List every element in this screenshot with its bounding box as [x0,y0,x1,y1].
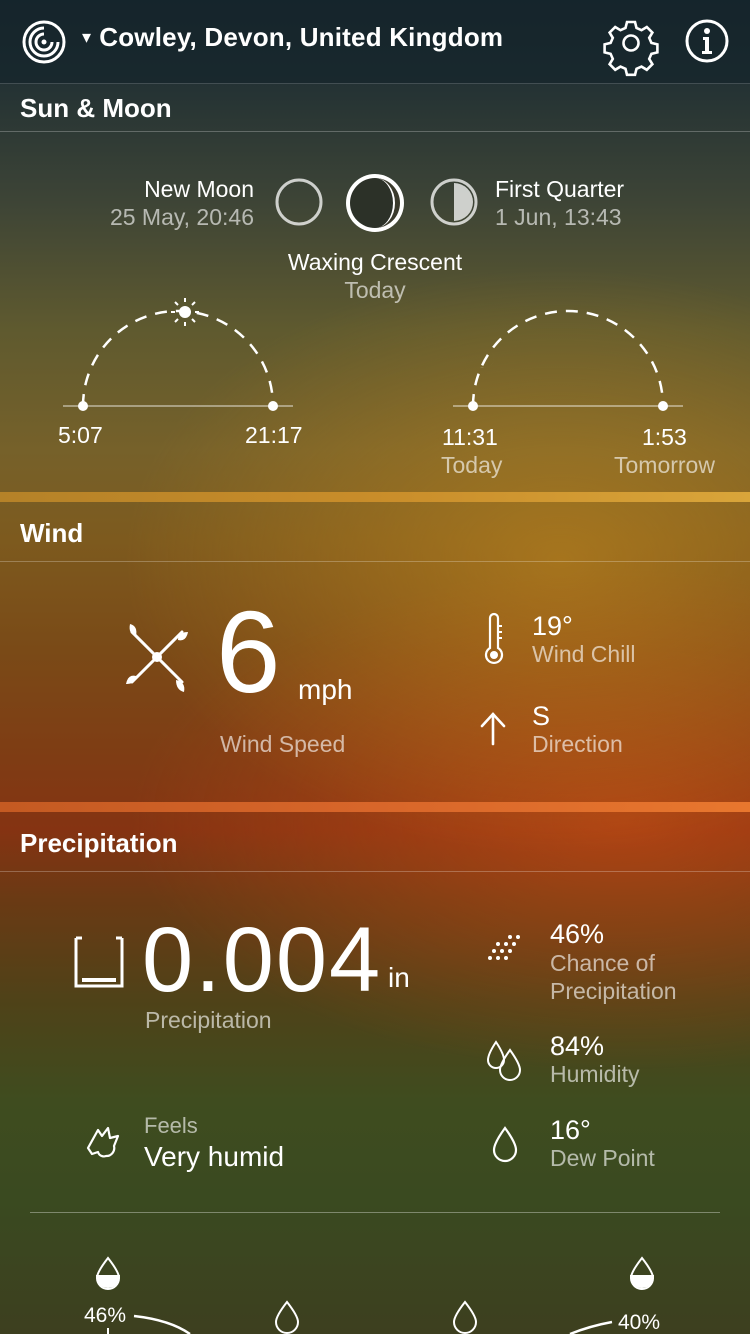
humidity-label: Humidity [550,1061,640,1087]
precip-amount-label: Precipitation [145,1007,272,1033]
sunset-time: 21:17 [245,422,303,448]
rain-gauge-icon [74,936,124,988]
first-quarter-icon [430,178,478,226]
feels-value: Very humid [144,1141,285,1172]
section-title-precipitation: Precipitation [0,820,750,872]
chance-label-line1: Chance of [550,950,655,976]
top-bar: ▾ Cowley, Devon, United Kingdom [0,0,750,84]
info-icon[interactable] [684,18,730,64]
wind-chill-value: 19° [532,611,573,641]
next-phase-name: First Quarter [495,176,625,202]
wind-turbine-icon [126,624,188,692]
moonrise-time: 11:31 [442,424,498,450]
wind-color-band [0,492,750,502]
prev-phase-name: New Moon [144,176,254,202]
moonset-time: 1:53 [642,424,687,450]
sun-icon [171,298,199,326]
divider [30,1212,720,1213]
section-title-sun-moon: Sun & Moon [0,84,750,132]
location-name: Cowley, Devon, United Kingdom [99,22,504,52]
prev-phase-date: 25 May, 20:46 [109,204,254,230]
sun-arc-chart [63,298,293,411]
humidity-drops-icon [486,1040,522,1081]
next-phase-date: 1 Jun, 13:43 [495,204,622,230]
wind-direction-value: S [532,701,551,731]
chevron-down-icon: ▾ [82,27,92,47]
app-logo-icon[interactable] [20,18,68,66]
sunrise-time: 5:07 [58,422,103,448]
dew-point-value: 16° [550,1115,591,1145]
chance-label-line2: Precipitation [550,978,677,1004]
precip-amount-value: 0.004 [142,909,383,1011]
thermometer-icon [484,612,504,665]
gear-icon[interactable] [603,18,659,77]
wind-chill-label: Wind Chill [532,641,636,667]
precip-color-band [0,802,750,812]
section-title-wind: Wind [0,510,750,562]
precip-amount-unit: in [388,962,410,993]
wind-speed-value: 6 [216,587,281,717]
arrow-up-icon [480,712,506,746]
feels-label: Feels [144,1113,198,1138]
moon-arc-chart [453,309,683,411]
location-selector[interactable]: ▾ Cowley, Devon, United Kingdom [82,22,503,53]
moonset-day: Tomorrow [614,452,715,478]
rain-dots-icon [488,935,520,960]
wind-speed-label: Wind Speed [220,731,346,757]
wind-direction-label: Direction [532,731,623,757]
humidity-value: 84% [550,1031,605,1061]
graph-left-percent: 46% [84,1304,127,1327]
dew-point-label: Dew Point [550,1145,655,1171]
feels-hand-icon [86,1126,120,1158]
wind-speed-unit: mph [298,674,353,705]
dew-point-drop-icon [492,1126,518,1163]
chance-value: 46% [550,919,605,949]
current-phase-name: Waxing Crescent [287,249,463,275]
graph-right-percent: 40% [618,1311,661,1334]
moonrise-day: Today [441,452,503,478]
waxing-crescent-icon [346,174,404,232]
new-moon-icon [275,178,323,226]
